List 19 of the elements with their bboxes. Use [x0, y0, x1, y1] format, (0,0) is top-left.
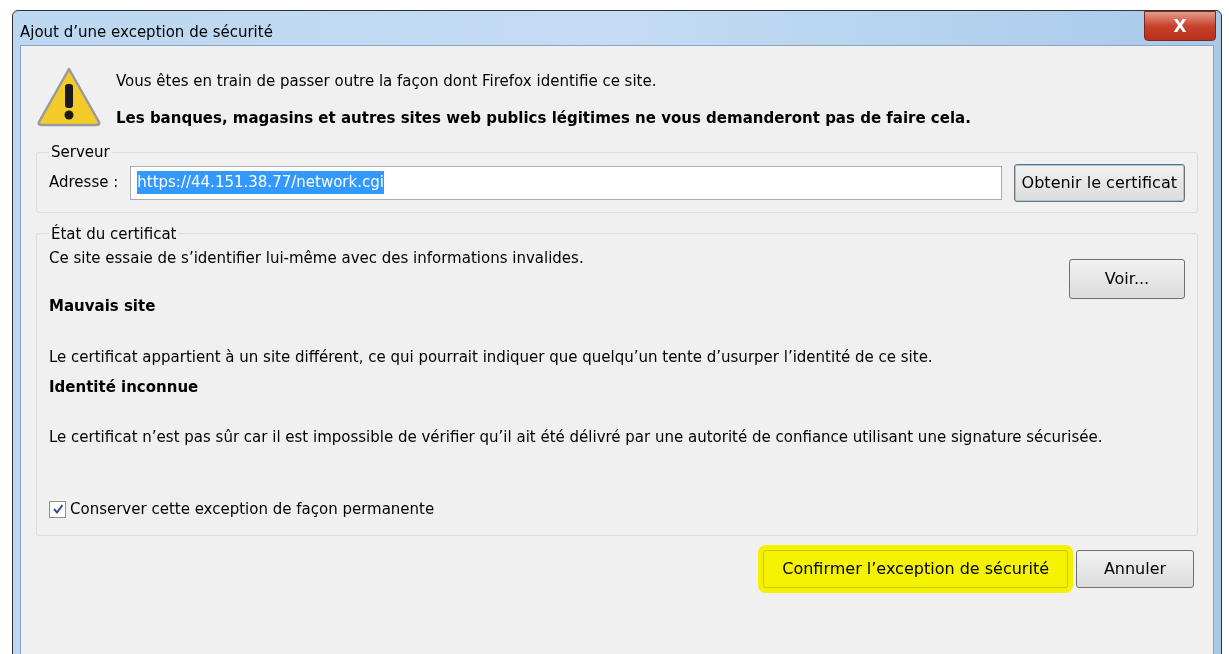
group-title: Serveur — [50, 142, 111, 163]
close-button[interactable]: X — [1144, 11, 1216, 41]
section-title: Identité inconnue — [49, 376, 200, 398]
warning-text: Vous êtes en train de passer outre la façon dont Firefox identifie ce site. — [116, 71, 658, 92]
view-button[interactable]: Voir... — [1069, 259, 1185, 299]
group-title: État du certificat — [50, 223, 178, 245]
dialog-button[interactable]: Annuler — [1076, 549, 1194, 588]
checkbox-label: Conserver cette exception de façon permanente — [70, 499, 435, 520]
section-text: Le certificat appartient à un site différent, ce qui pourrait indiquer que quelqu’un tente d’usurper l’identité de ce site. — [49, 346, 934, 368]
get-certificate-button[interactable]: Obtenir le certificat — [1013, 163, 1185, 202]
section-title: Mauvais site — [49, 296, 157, 317]
address-label: Adresse : — [49, 172, 119, 194]
warning-icon — [36, 66, 102, 128]
section-text: Le certificat n’est pas sûr car il est impossible de vérifier qu’il ait été délivré par une autorité de confiance utilisant une signature sécurisée. — [49, 427, 1104, 448]
check-icon — [51, 503, 64, 516]
checkbox[interactable] — [49, 500, 66, 518]
certificate-status-text: Ce site essaie de s’identifier lui-même avec des informations invalides. — [49, 248, 584, 269]
warning-bold-text: Les banques, magasins et autres sites web publics légitimes ne vous demanderont pas de faire cela. — [116, 107, 971, 129]
window-title: Ajout d’une exception de sécurité — [20, 21, 273, 43]
